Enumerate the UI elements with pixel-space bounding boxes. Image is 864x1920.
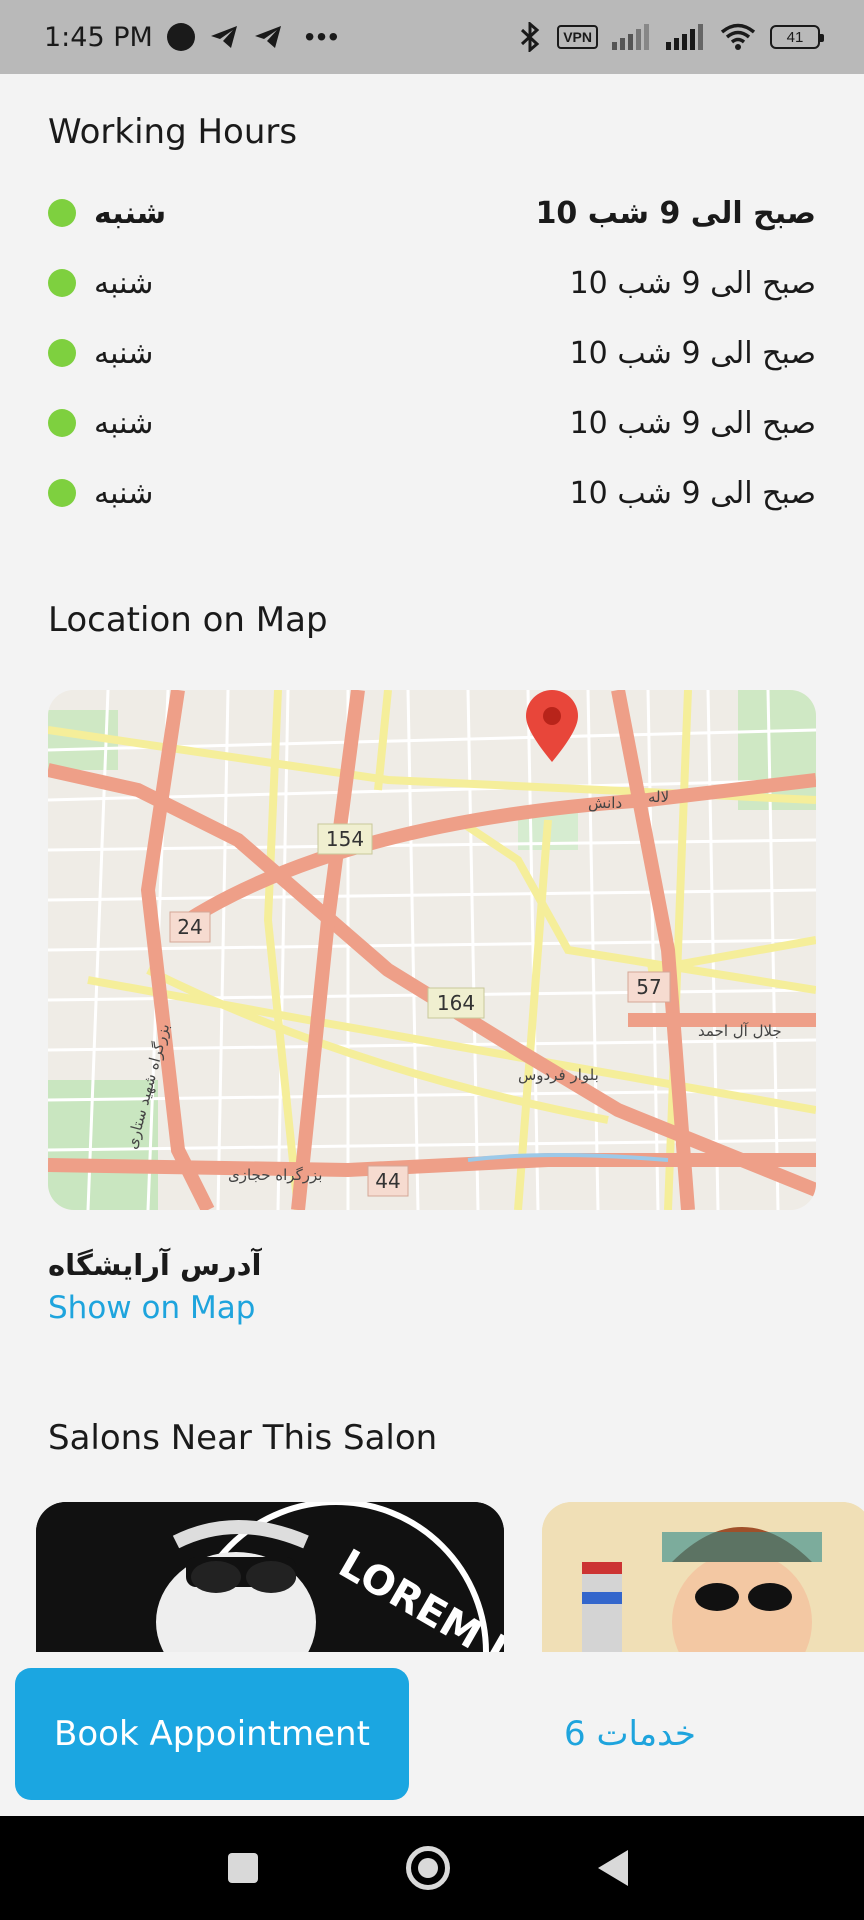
- telegram-icon: [210, 26, 237, 48]
- day-label: شنبه: [94, 195, 167, 231]
- recent-apps-icon[interactable]: [228, 1853, 258, 1883]
- status-time: 1:45 PM: [44, 21, 153, 53]
- nearby-salon-card[interactable]: LOREM IP: [36, 1502, 504, 1652]
- map-street-jalal: جلال آل احمد: [698, 1022, 782, 1040]
- nearby-salon-card[interactable]: [542, 1502, 864, 1652]
- map-label-44: 44: [375, 1169, 400, 1193]
- vpn-icon: VPN: [557, 25, 598, 49]
- open-status-icon: [48, 479, 76, 507]
- open-status-icon: [48, 409, 76, 437]
- show-on-map-link[interactable]: Show on Map: [48, 1290, 255, 1326]
- book-appointment-button[interactable]: Book Appointment: [15, 1668, 409, 1800]
- system-nav-bar: [0, 1816, 864, 1920]
- status-left: 1:45 PM •••: [44, 21, 340, 53]
- day-label: شنبه: [94, 265, 154, 301]
- map-street-daneshe: دانش: [588, 794, 622, 812]
- wifi-icon: [720, 23, 756, 50]
- hours-day: شنبه: [48, 476, 153, 511]
- map-label-164: 164: [437, 991, 475, 1015]
- day-label: شنبه: [94, 475, 154, 511]
- hours-row: شنبه صبح الی 9 شب 10: [48, 458, 816, 528]
- hours-day: شنبه: [48, 406, 153, 441]
- map-view[interactable]: 154 24 164 57 44 بلوار فردوس لاله دانش ج…: [48, 690, 816, 1210]
- salon-address: آدرس آرایشگاه: [48, 1248, 262, 1282]
- back-icon[interactable]: [598, 1850, 628, 1886]
- signal-icon: [612, 24, 649, 50]
- hours-row: شنبه صبح الی 9 شب 10: [48, 318, 816, 388]
- hours-time: صبح الی 9 شب 10: [569, 335, 816, 371]
- hours-time: صبح الی 9 شب 10: [535, 195, 816, 231]
- status-bar: 1:45 PM ••• VPN 41: [0, 0, 864, 74]
- record-dot-icon: [166, 23, 195, 51]
- hours-day: شنبه: [48, 196, 166, 231]
- bottom-action-bar: Book Appointment خدمات 6: [0, 1652, 864, 1816]
- working-hours-title: Working Hours: [48, 112, 298, 152]
- hours-time: صبح الی 9 شب 10: [569, 475, 816, 511]
- hours-row: شنبه صبح الی 9 شب 10: [48, 388, 816, 458]
- location-title: Location on Map: [48, 600, 328, 640]
- hours-day: شنبه: [48, 336, 153, 371]
- hours-day: شنبه: [48, 266, 153, 301]
- battery-icon: 41: [770, 25, 824, 49]
- map-street-ferdows: بلوار فردوس: [518, 1066, 599, 1084]
- telegram-icon: [254, 26, 281, 48]
- working-hours-list: شنبه صبح الی 9 شب 10 شنبه صبح الی 9 شب 1…: [48, 178, 816, 528]
- open-status-icon: [48, 269, 76, 297]
- map-street-laleh: لاله: [648, 788, 669, 806]
- open-status-icon: [48, 339, 76, 367]
- hours-row: شنبه صبح الی 9 شب 10: [48, 248, 816, 318]
- open-status-icon: [48, 199, 76, 227]
- salon-logo-image: LOREM IP: [36, 1502, 504, 1652]
- map-label-24: 24: [177, 915, 202, 939]
- map-label-154: 154: [326, 827, 364, 851]
- nearby-salons-title: Salons Near This Salon: [48, 1418, 438, 1458]
- status-right: VPN 41: [517, 22, 824, 52]
- map-label-57: 57: [636, 975, 661, 999]
- hours-time: صبح الی 9 شب 10: [569, 265, 816, 301]
- day-label: شنبه: [94, 405, 154, 441]
- day-label: شنبه: [94, 335, 154, 371]
- salon-logo-image: [542, 1502, 864, 1652]
- hours-row: شنبه صبح الی 9 شب 10: [48, 178, 816, 248]
- more-icon: •••: [304, 21, 341, 52]
- map-street-hejazi: بزرگراه حجازی: [228, 1166, 322, 1184]
- hours-time: صبح الی 9 شب 10: [569, 405, 816, 441]
- bluetooth-icon: [521, 22, 540, 52]
- map-image[interactable]: 154 24 164 57 44 بلوار فردوس لاله دانش ج…: [48, 690, 816, 1210]
- services-button[interactable]: خدمات 6: [480, 1668, 780, 1800]
- home-icon[interactable]: [406, 1846, 450, 1890]
- signal-icon: [666, 24, 703, 50]
